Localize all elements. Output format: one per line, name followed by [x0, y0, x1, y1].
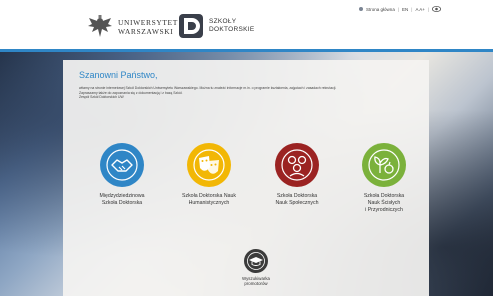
theater-masks-icon — [193, 149, 225, 181]
handshake-icon — [106, 149, 138, 181]
university-name[interactable]: UNIWERSYTET WARSZAWSKI — [118, 18, 178, 36]
school-label[interactable]: Międzydziedzinowa Szkoła Doktorska — [77, 193, 167, 207]
font-size-toggle[interactable]: A A+ — [415, 7, 424, 12]
nav-separator: | — [427, 6, 429, 12]
school-label-line: Międzydziedzinowa — [99, 193, 145, 199]
school-label-line: Humanistycznych — [188, 200, 230, 206]
school-icon-circle[interactable] — [187, 143, 231, 187]
plant-apple-icon — [368, 149, 400, 181]
school-card-exact-natural-sciences[interactable]: Szkoła Doktorska Nauk Ścisłych i Przyrod… — [339, 143, 429, 214]
intro-line: Zespół Szkół Doktorskich UW — [79, 95, 124, 100]
school-icon-circle[interactable] — [275, 143, 319, 187]
welcome-title: Szanowni Państwo, — [79, 70, 158, 80]
welcome-intro: witamy na stronie internetowej Szkół Dok… — [79, 86, 409, 100]
welcome-panel: Szanowni Państwo, witamy na stronie inte… — [63, 60, 429, 296]
doctoral-schools-name-line2: DOKTORSKIE — [209, 26, 255, 33]
school-label-line: Nauk Społecznych — [275, 200, 319, 206]
nav-separator: | — [411, 6, 413, 12]
eye-icon[interactable] — [432, 6, 441, 12]
school-icon-circle[interactable] — [100, 143, 144, 187]
school-label[interactable]: Szkoła Doktorska Nauk Społecznych — [252, 193, 342, 207]
school-label-line: Szkoła Doktorska — [363, 193, 405, 199]
school-card-interdisciplinary[interactable]: Międzydziedzinowa Szkoła Doktorska — [77, 143, 167, 207]
search-tool-label-line: promotorów — [244, 281, 268, 287]
nav-separator: | — [397, 6, 399, 12]
graduation-cap-icon — [247, 252, 265, 270]
site-header: UNIWERSYTET WARSZAWSKI SZKOŁY DOKTORSKIE… — [0, 0, 493, 49]
school-icon-circle[interactable] — [362, 143, 406, 187]
school-label-line: Nauk Ścisłych — [367, 200, 401, 206]
university-name-line1: UNIWERSYTET — [118, 18, 178, 27]
language-switch-link[interactable]: EN — [402, 7, 408, 12]
school-label-line: Szkoła Doktorska — [101, 200, 143, 206]
school-label[interactable]: Szkoła Doktorska Nauk Ścisłych i Przyrod… — [339, 193, 429, 214]
home-link[interactable]: Strona główna — [366, 7, 395, 12]
school-card-social-sciences[interactable]: Szkoła Doktorska Nauk Społecznych — [252, 143, 342, 207]
people-group-icon — [281, 149, 313, 181]
school-label-line: i Przyrodniczych — [365, 207, 403, 213]
search-tool-circle[interactable] — [244, 249, 268, 273]
doctoral-schools-logo[interactable] — [177, 12, 205, 40]
school-card-humanities[interactable]: Szkoła Doktorska Nauk Humanistycznych — [164, 143, 254, 207]
university-name-line2: WARSZAWSKI — [118, 27, 174, 36]
doctoral-schools-name-line1: SZKOŁY — [209, 18, 237, 25]
home-icon — [359, 7, 364, 11]
school-label-line: Szkoła Doktorska — [276, 193, 318, 199]
top-navigation: Strona główna | EN | A A+ | — [359, 6, 441, 12]
supervisor-search-link[interactable]: Wyszukiwarka promotorów — [231, 249, 281, 287]
search-tool-label[interactable]: Wyszukiwarka promotorów — [231, 276, 281, 287]
university-eagle-logo[interactable] — [86, 12, 114, 40]
school-label-line: Szkoła Doktorska Nauk — [182, 193, 236, 199]
doctoral-schools-name[interactable]: SZKOŁY DOKTORSKIE — [209, 18, 255, 34]
school-label[interactable]: Szkoła Doktorska Nauk Humanistycznych — [164, 193, 254, 207]
